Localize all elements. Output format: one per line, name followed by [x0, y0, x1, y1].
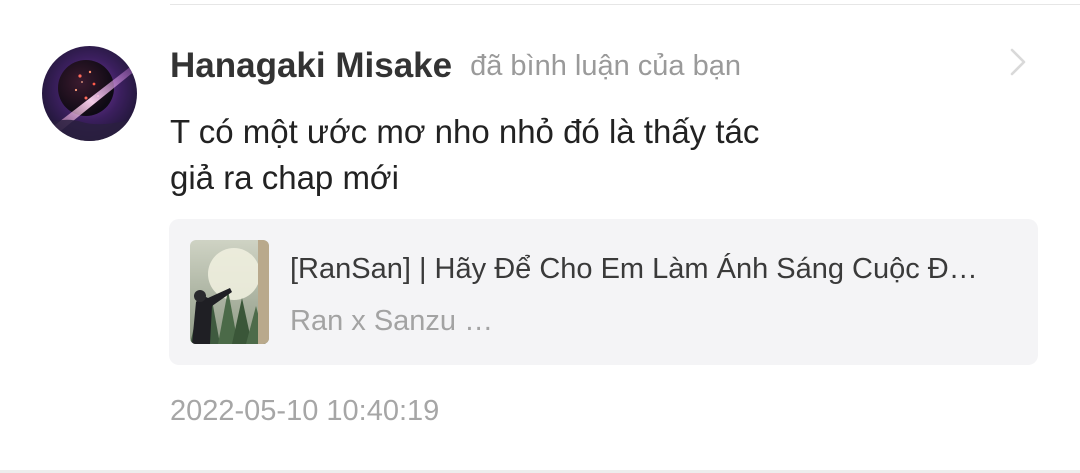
comment-text: T có một ước mơ nho nhỏ đó là thấy tác g…	[170, 109, 870, 201]
story-card[interactable]: [RanSan] | Hãy Để Cho Em Làm Ánh Sáng Cu…	[169, 219, 1038, 365]
story-title: [RanSan] | Hãy Để Cho Em Làm Ánh Sáng Cu…	[290, 253, 978, 285]
notification-header: Hanagaki Misake đã bình luận của bạn	[170, 44, 741, 88]
action-text: đã bình luận của bạn	[470, 49, 741, 82]
top-divider	[170, 4, 1080, 5]
username[interactable]: Hanagaki Misake	[170, 46, 452, 86]
notification-item[interactable]: Hanagaki Misake đã bình luận của bạn T c…	[0, 0, 1080, 473]
story-cover-thumbnail	[190, 240, 269, 344]
story-subtitle: Ran x Sanzu …	[290, 305, 494, 337]
timestamp: 2022-05-10 10:40:19	[170, 395, 440, 427]
comment-line: giả ra chap mới	[170, 159, 399, 196]
user-avatar[interactable]	[42, 46, 137, 141]
chevron-right-icon[interactable]	[1004, 46, 1032, 78]
comment-line: T có một ước mơ nho nhỏ đó là thấy tác	[170, 113, 760, 150]
